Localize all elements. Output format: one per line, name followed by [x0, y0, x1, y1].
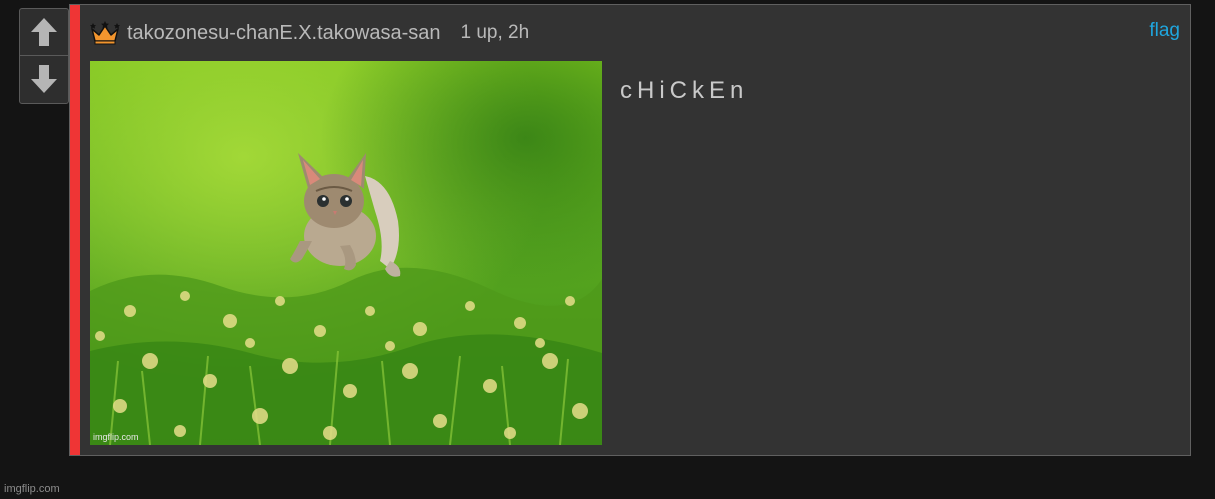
- kitten-running-in-grass-image: [90, 61, 602, 445]
- comment-accent-bar: [70, 5, 80, 455]
- arrow-down-icon: [31, 65, 57, 93]
- arrow-up-icon: [31, 18, 57, 46]
- crown-icon: [90, 21, 120, 45]
- comment: takozonesu-chanE.X.takowasa-san 1 up, 2h…: [69, 4, 1191, 456]
- username-link[interactable]: takozonesu-chanE.X.takowasa-san: [127, 22, 441, 45]
- vote-box: [19, 8, 69, 104]
- comment-header: takozonesu-chanE.X.takowasa-san 1 up, 2h: [89, 19, 529, 47]
- comment-text: cHiCkEn: [620, 77, 749, 104]
- flag-link[interactable]: flag: [1149, 20, 1180, 42]
- meme-image[interactable]: imgflip.com: [90, 61, 602, 445]
- comment-meta: 1 up, 2h: [460, 22, 530, 43]
- downvote-button[interactable]: [20, 56, 68, 102]
- footer-watermark: imgflip.com: [4, 483, 60, 495]
- upvote-button[interactable]: [20, 9, 68, 56]
- meme-watermark: imgflip.com: [93, 432, 139, 442]
